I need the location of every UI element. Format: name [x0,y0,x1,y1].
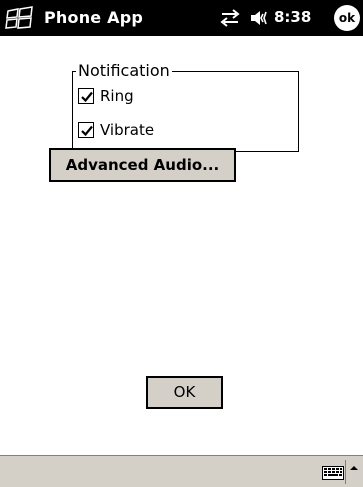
keyboard-icon[interactable] [322,465,344,480]
vibrate-checkbox[interactable] [78,122,94,138]
ok-button[interactable]: ok [334,5,360,31]
title-bar: Phone App 8:38 ok [0,0,363,36]
input-menu-arrow-icon[interactable] [345,460,361,484]
menu-bar [0,455,363,487]
ok-dialog-button[interactable]: OK [146,376,223,409]
ring-checkbox[interactable] [78,88,94,104]
vibrate-option[interactable]: Vibrate [78,119,154,141]
sync-icon[interactable] [219,9,241,27]
notification-group-label: Notification [76,61,172,80]
clock[interactable]: 8:38 [274,8,311,26]
checkmark-icon [81,125,93,137]
checkmark-icon [81,91,93,103]
app-title: Phone App [44,8,144,27]
speaker-icon[interactable] [249,8,269,28]
windows-start-icon[interactable] [4,5,38,31]
vibrate-label: Vibrate [100,121,155,139]
advanced-audio-button[interactable]: Advanced Audio... [49,148,236,182]
ring-label: Ring [100,87,134,105]
ring-option[interactable]: Ring [78,85,134,107]
